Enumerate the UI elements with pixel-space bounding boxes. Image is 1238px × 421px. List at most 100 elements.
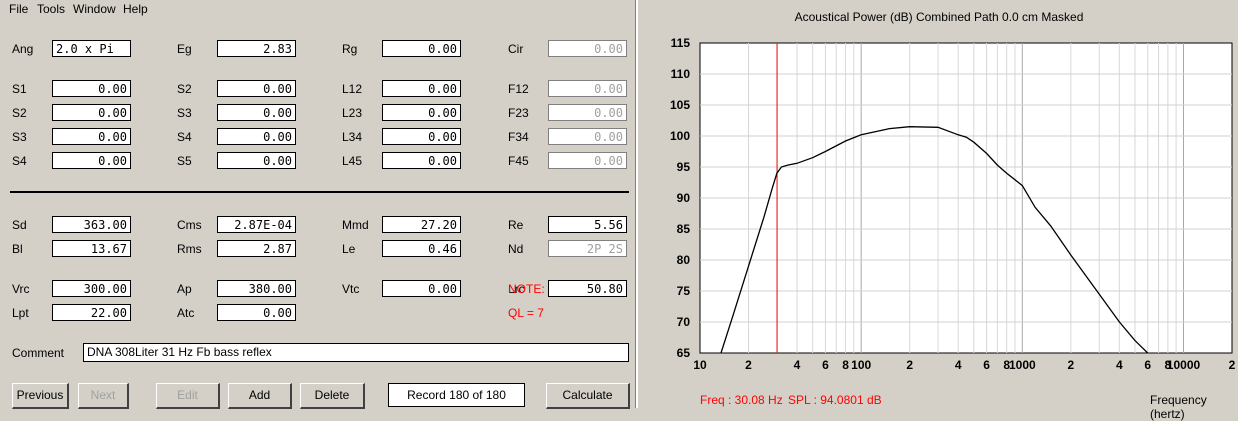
param-label: L34 xyxy=(342,130,363,144)
param-field[interactable]: 50.80 xyxy=(548,280,627,297)
menu-tools[interactable]: Tools xyxy=(37,2,65,16)
chart-panel: Acoustical Power (dB) Combined Path 0.0 … xyxy=(636,0,1238,421)
y-tick-label: 65 xyxy=(677,346,691,360)
y-tick-label: 100 xyxy=(670,129,690,143)
x-tick-label: 2 xyxy=(745,358,752,372)
param-field[interactable]: 0.00 xyxy=(548,128,627,145)
param-field[interactable]: 380.00 xyxy=(217,280,296,297)
y-tick-label: 95 xyxy=(677,160,691,174)
param-label: S5 xyxy=(177,154,192,168)
param-label: S2 xyxy=(12,106,27,120)
menu-bar: File Tools Window Help xyxy=(0,0,636,18)
param-label: Cms xyxy=(177,218,202,232)
param-label: F12 xyxy=(508,82,529,96)
param-field[interactable]: 2.83 xyxy=(217,40,296,57)
parameter-panel: File Tools Window Help Ang 2.0 x Pi Eg 2.83… xyxy=(0,0,636,409)
param-label: Bl xyxy=(12,242,23,256)
menu-file[interactable]: File xyxy=(9,2,28,16)
add-button[interactable]: Add xyxy=(228,383,292,409)
param-field[interactable]: 5.56 xyxy=(548,216,627,233)
param-field[interactable]: 0.00 xyxy=(382,152,461,169)
param-field[interactable]: 363.00 xyxy=(52,216,131,233)
param-field[interactable]: 0.00 xyxy=(548,152,627,169)
chart-title: Acoustical Power (dB) Combined Path 0.0 … xyxy=(794,10,1084,24)
menu-help[interactable]: Help xyxy=(123,2,148,16)
param-field[interactable]: 0.00 xyxy=(217,104,296,121)
param-label: Vrc xyxy=(12,282,30,296)
param-label: Rms xyxy=(177,242,202,256)
param-field[interactable]: 0.46 xyxy=(382,240,461,257)
param-field[interactable]: 0.00 xyxy=(52,152,131,169)
param-field[interactable]: 0.00 xyxy=(217,128,296,145)
y-tick-label: 110 xyxy=(671,67,691,81)
param-field[interactable]: 0.00 xyxy=(548,80,627,97)
delete-button[interactable]: Delete xyxy=(300,383,365,409)
ql-note: QL = 7 xyxy=(508,306,544,320)
param-field[interactable]: 0.00 xyxy=(382,280,461,297)
y-tick-label: 90 xyxy=(677,191,691,205)
y-tick-label: 115 xyxy=(671,36,691,50)
param-field[interactable]: 0.00 xyxy=(52,80,131,97)
param-label: S3 xyxy=(12,130,27,144)
param-label: Mmd xyxy=(342,218,369,232)
x-tick-label: 4 xyxy=(955,358,962,372)
param-label: Nd xyxy=(508,242,524,256)
param-label: F45 xyxy=(508,154,529,168)
param-field[interactable]: 0.00 xyxy=(382,40,461,57)
param-field[interactable]: 0.00 xyxy=(382,80,461,97)
comment-field[interactable]: DNA 308Liter 31 Hz Fb bass reflex xyxy=(83,343,629,362)
param-field[interactable]: 13.67 xyxy=(52,240,131,257)
param-field[interactable]: 0.00 xyxy=(548,104,627,121)
x-tick-label: 8 xyxy=(842,358,849,372)
param-label: F23 xyxy=(508,106,529,120)
param-label: Le xyxy=(342,242,356,256)
param-label: Cir xyxy=(508,42,524,56)
param-label: L23 xyxy=(342,106,363,120)
x-tick-label: 6 xyxy=(1144,358,1151,372)
param-label: L45 xyxy=(342,154,363,168)
param-label: S2 xyxy=(177,82,192,96)
param-field[interactable]: 0.00 xyxy=(548,40,627,57)
param-field[interactable]: 2.0 x Pi xyxy=(52,40,131,57)
edit-button[interactable]: Edit xyxy=(156,383,220,409)
calculate-button[interactable]: Calculate xyxy=(546,383,630,409)
menu-window[interactable]: Window xyxy=(73,2,116,16)
param-label: S3 xyxy=(177,106,192,120)
param-label: Ang xyxy=(12,42,34,56)
param-field[interactable]: 22.00 xyxy=(52,304,131,321)
x-tick-label: 2 xyxy=(1067,358,1074,372)
x-tick-label: 6 xyxy=(822,358,829,372)
param-field[interactable]: 0.00 xyxy=(382,128,461,145)
next-button[interactable]: Next xyxy=(78,383,129,409)
param-field[interactable]: 2.87E-04 xyxy=(217,216,296,233)
param-field[interactable]: 0.00 xyxy=(52,128,131,145)
frequency-response-chart[interactable]: 1151101051009590858075706510 2 4 6 8 100 2 4 6 81… xyxy=(638,28,1238,408)
param-field[interactable]: 0.00 xyxy=(217,152,296,169)
x-tick-label: 4 xyxy=(1116,358,1123,372)
param-label: Sd xyxy=(12,218,27,232)
x-tick-label: 1000 xyxy=(1009,358,1036,372)
param-field[interactable]: 2P 2S xyxy=(548,240,627,257)
x-tick-label: 6 xyxy=(983,358,990,372)
note-label: NOTE: xyxy=(508,282,545,296)
x-axis-label: Frequency (hertz) xyxy=(1150,393,1207,421)
record-indicator: Record 180 of 180 xyxy=(388,383,525,407)
param-field[interactable]: 300.00 xyxy=(52,280,131,297)
param-label: Atc xyxy=(177,306,195,320)
previous-button[interactable]: Previous xyxy=(12,383,69,409)
param-label: L12 xyxy=(342,82,363,96)
param-label: Lpt xyxy=(12,306,29,320)
param-field[interactable]: 2.87 xyxy=(217,240,296,257)
param-field[interactable]: 0.00 xyxy=(217,304,296,321)
param-field[interactable]: 0.00 xyxy=(382,104,461,121)
param-field[interactable]: 27.20 xyxy=(382,216,461,233)
param-label: S4 xyxy=(12,154,27,168)
y-tick-label: 85 xyxy=(677,222,691,236)
x-tick-label: 4 xyxy=(794,358,801,372)
comment-label: Comment xyxy=(12,346,65,360)
param-label: Re xyxy=(508,218,524,232)
param-field[interactable]: 0.00 xyxy=(52,104,131,121)
param-label: Ap xyxy=(177,282,192,296)
param-field[interactable]: 0.00 xyxy=(217,80,296,97)
param-label: S4 xyxy=(177,130,192,144)
